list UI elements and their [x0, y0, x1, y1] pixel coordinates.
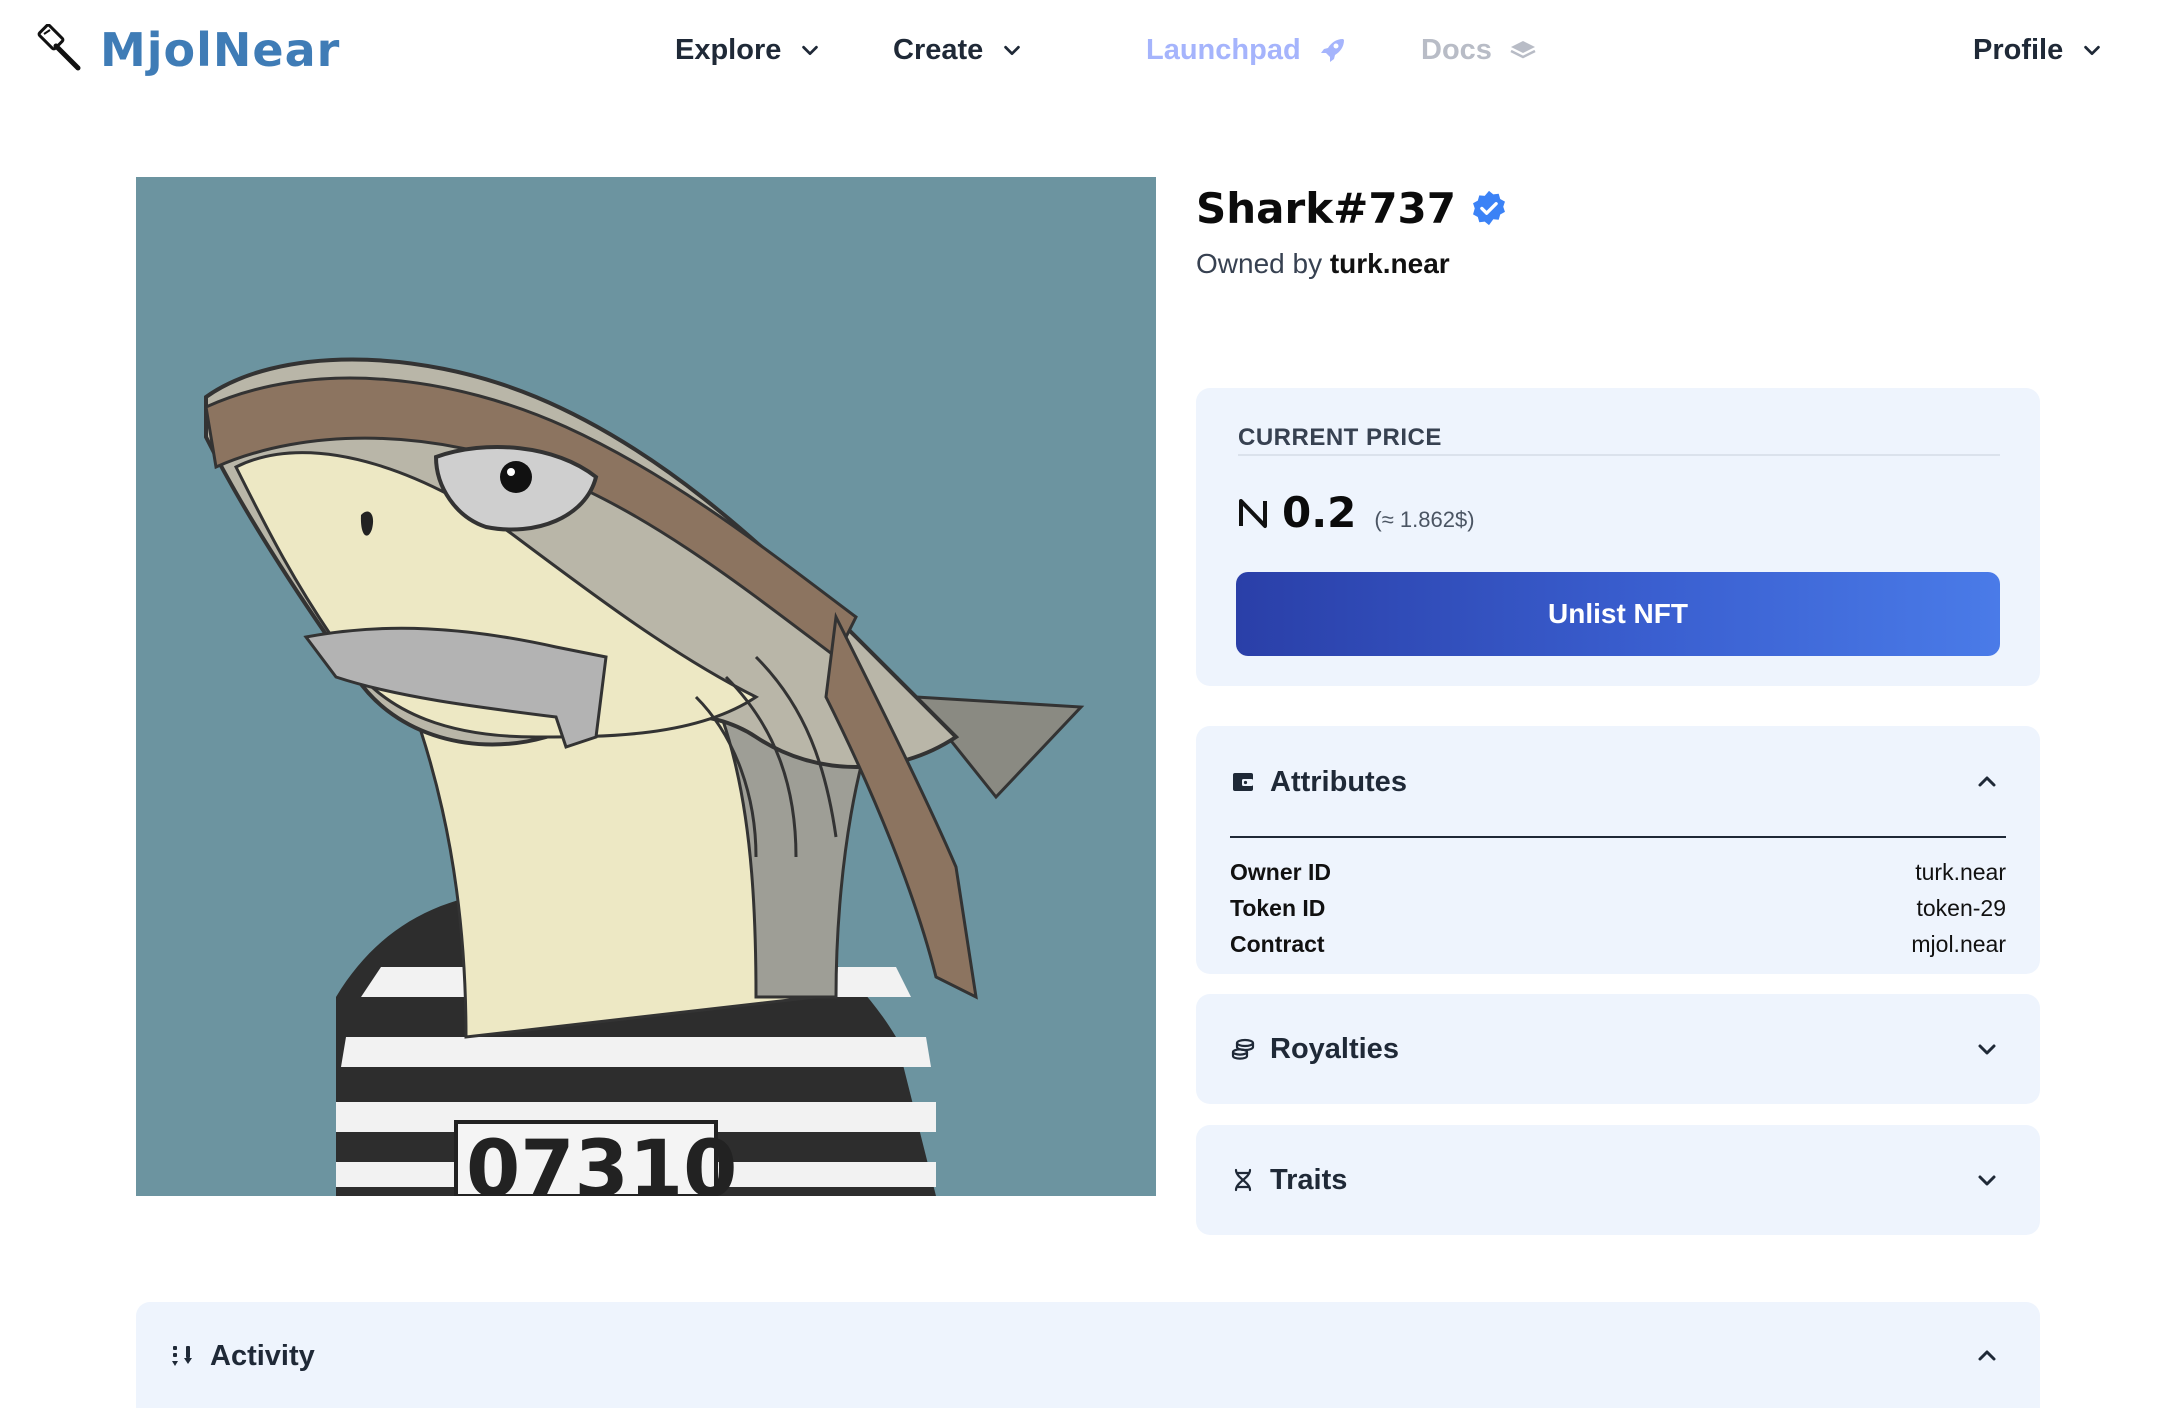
nft-title: Shark#737 [1196, 183, 1456, 233]
chevron-up-icon[interactable] [1974, 1343, 2000, 1369]
attributes-list: Owner ID turk.near Token ID token-29 Con… [1230, 854, 2006, 962]
owned-by-label: Owned by [1196, 248, 1323, 279]
activity-header[interactable]: Activity [170, 1336, 2006, 1376]
brand-name: MjolNear [100, 23, 341, 77]
owner-line: Owned by turk.near [1196, 248, 1450, 280]
traits-header[interactable]: Traits [1230, 1160, 2006, 1200]
royalties-header[interactable]: Royalties [1230, 1029, 2006, 1069]
prisoner-number: 07310 [466, 1125, 737, 1196]
attribute-value: turk.near [1915, 858, 2006, 885]
nft-title-row: Shark#737 [1196, 180, 1508, 236]
coins-icon [1231, 1038, 1255, 1060]
royalties-title: Royalties [1270, 1032, 1399, 1065]
unlist-nft-button[interactable]: Unlist NFT [1236, 572, 2000, 656]
divider [1230, 836, 2006, 838]
hammer-icon [37, 24, 81, 71]
attribute-value: mjol.near [1911, 930, 2006, 957]
traits-accordion: Traits [1196, 1125, 2040, 1235]
price-card: CURRENT PRICE 0.2 (≈ 1.862$) Unlist NFT [1196, 388, 2040, 686]
attributes-accordion: Attributes Owner ID turk.near Token ID t… [1196, 726, 2040, 974]
chevron-down-icon[interactable] [1974, 1036, 2000, 1062]
chevron-down-icon [802, 45, 819, 56]
divider [1238, 454, 2000, 456]
logo[interactable]: MjolNear [34, 22, 340, 78]
owner-link[interactable]: turk.near [1330, 248, 1450, 279]
price-value: 0.2 [1282, 488, 1357, 537]
nav-launchpad-label: Launchpad [1146, 33, 1301, 66]
attribute-key: Contract [1230, 930, 1325, 957]
chevron-down-icon [1004, 45, 1021, 56]
activity-accordion: Activity [136, 1302, 2040, 1408]
rocket-icon [1320, 39, 1344, 62]
nav-launchpad[interactable]: Launchpad [1146, 30, 1347, 70]
attributes-header[interactable]: Attributes [1230, 762, 2006, 802]
sort-icon [172, 1346, 192, 1366]
shark-artwork: 07310 [136, 177, 1156, 1196]
nav-profile[interactable]: Profile [1973, 30, 2103, 70]
price-usd: (≈ 1.862$) [1374, 507, 1475, 532]
nav-create-label: Create [893, 33, 984, 66]
price-row: 0.2 (≈ 1.862$) [1236, 488, 1475, 537]
nav-docs[interactable]: Docs [1421, 30, 1538, 70]
attribute-row: Contract mjol.near [1230, 926, 2006, 962]
nav-explore[interactable]: Explore [675, 30, 821, 70]
nav-docs-label: Docs [1421, 33, 1492, 66]
attribute-key: Owner ID [1230, 858, 1331, 885]
traits-title: Traits [1270, 1163, 1348, 1196]
top-nav: MjolNear Explore Create Launchpad Docs P… [0, 0, 2168, 100]
price-label: CURRENT PRICE [1238, 424, 1442, 451]
dna-icon [1234, 1168, 1252, 1192]
attribute-key: Token ID [1230, 894, 1326, 921]
attribute-row: Token ID token-29 [1230, 890, 2006, 926]
chevron-down-icon [2084, 45, 2101, 56]
chevron-down-icon[interactable] [1974, 1167, 2000, 1193]
nav-explore-label: Explore [675, 33, 782, 66]
chevron-up-icon[interactable] [1974, 769, 2000, 795]
activity-title: Activity [210, 1339, 315, 1372]
book-icon [1510, 41, 1536, 59]
royalties-accordion: Royalties [1196, 994, 2040, 1104]
attribute-row: Owner ID turk.near [1230, 854, 2006, 890]
verified-badge-icon [1473, 190, 1505, 226]
nav-create[interactable]: Create [893, 30, 1023, 70]
nft-image[interactable]: 07310 [136, 177, 1156, 1196]
attribute-value: token-29 [1916, 894, 2006, 921]
wallet-icon [1233, 773, 1253, 791]
near-icon [1239, 498, 1267, 528]
nav-profile-label: Profile [1973, 33, 2064, 66]
attributes-title: Attributes [1270, 765, 1407, 798]
